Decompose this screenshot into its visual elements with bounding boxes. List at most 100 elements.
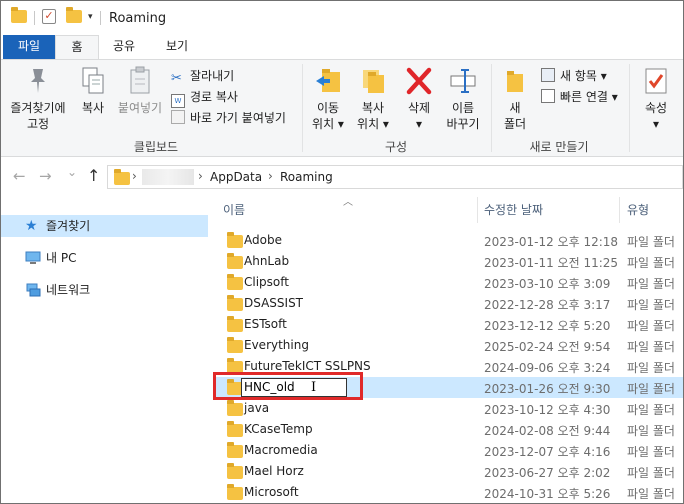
column-divider[interactable] xyxy=(619,197,620,223)
new-group-label: 새로 만들기 xyxy=(529,140,589,154)
explorer-window: ✓ ▾ Roaming 파일 홈 공유 보기 즐겨찾기에 고정 복사 붙여넣기 … xyxy=(0,0,684,504)
tab-view[interactable]: 보기 xyxy=(151,35,203,59)
new-folder-qat-icon[interactable] xyxy=(66,7,82,23)
folder-icon xyxy=(227,400,243,416)
column-header-date[interactable]: 수정한 날짜 xyxy=(484,201,543,218)
file-name: Clipsoft xyxy=(244,275,289,289)
column-header-name[interactable]: 이름 xyxy=(223,201,245,218)
navpane-item-network[interactable]: 네트워크 xyxy=(1,279,208,301)
file-row[interactable]: AhnLab 2023-01-11 오전 11:25 파일 폴더 xyxy=(215,251,683,272)
tab-home[interactable]: 홈 xyxy=(55,35,99,60)
easy-access-icon xyxy=(541,89,555,103)
file-row[interactable]: Adobe 2023-01-12 오후 12:18 파일 폴더 xyxy=(215,230,683,251)
breadcrumb-appdata[interactable]: AppData xyxy=(210,170,262,184)
folder-icon xyxy=(227,232,243,248)
back-arrow-icon[interactable]: ← xyxy=(13,167,26,185)
file-name: Everything xyxy=(244,338,309,352)
paste-shortcut-icon xyxy=(171,110,185,124)
up-arrow-icon[interactable]: ↑ xyxy=(87,166,100,185)
file-name: Mael Horz xyxy=(244,464,304,478)
copy-button[interactable]: 복사 xyxy=(73,66,113,116)
breadcrumb-chevron-icon[interactable]: › xyxy=(132,169,137,183)
breadcrumb-chevron-icon[interactable]: › xyxy=(198,169,203,183)
file-row[interactable]: Macromedia 2023-12-07 오후 4:16 파일 폴더 xyxy=(215,440,683,461)
navigation-pane: ★ 즐겨찾기 내 PC 네트워크 xyxy=(1,193,209,503)
scissors-icon: ✂ xyxy=(171,71,182,86)
tab-share[interactable]: 공유 xyxy=(101,35,147,59)
delete-label: 삭제 ▾ xyxy=(407,101,431,131)
properties-label: 속성 ▾ xyxy=(644,101,668,131)
file-date: 2024-02-08 오전 9:44 xyxy=(484,424,611,438)
properties-icon xyxy=(642,66,670,96)
file-name: Macromedia xyxy=(244,443,318,457)
forward-arrow-icon[interactable]: → xyxy=(39,167,52,185)
group-divider xyxy=(491,64,492,152)
cut-button[interactable]: ✂ 잘라내기 xyxy=(171,66,234,86)
paste-button[interactable]: 붙여넣기 xyxy=(115,66,165,116)
navpane-item-quick-access[interactable]: ★ 즐겨찾기 xyxy=(1,215,208,237)
file-name: Adobe xyxy=(244,233,282,247)
network-icon xyxy=(25,283,41,300)
navpane-label: 네트워크 xyxy=(46,283,91,297)
file-date: 2024-10-31 오후 5:26 xyxy=(484,487,611,501)
breadcrumb-chevron-icon[interactable]: › xyxy=(268,169,273,183)
file-row[interactable]: Clipsoft 2023-03-10 오후 3:09 파일 폴더 xyxy=(215,272,683,293)
move-to-icon xyxy=(314,66,342,96)
easy-access-label: 빠른 연결 ▾ xyxy=(560,90,618,104)
navpane-item-this-pc[interactable]: 내 PC xyxy=(1,247,208,269)
file-row[interactable]: Mael Horz 2023-06-27 오후 2:02 파일 폴더 xyxy=(215,461,683,482)
properties-check-icon[interactable]: ✓ xyxy=(42,9,56,24)
file-row[interactable]: KCaseTemp 2024-02-08 오전 9:44 파일 폴더 xyxy=(215,419,683,440)
file-type: 파일 폴더 xyxy=(627,298,675,312)
file-name: AhnLab xyxy=(244,254,290,268)
file-name: java xyxy=(244,401,270,415)
highlight-annotation xyxy=(213,372,363,400)
folder-icon xyxy=(227,316,243,332)
delete-button[interactable]: 삭제 ▾ xyxy=(399,66,439,132)
sort-ascending-icon: ︿ xyxy=(343,197,353,208)
file-row[interactable]: Everything 2025-02-24 오전 9:54 파일 폴더 xyxy=(215,335,683,356)
copy-to-label: 복사 위치 ▾ xyxy=(357,101,389,131)
file-type: 파일 폴더 xyxy=(627,466,675,480)
file-row[interactable]: java 2023-10-12 오후 4:30 파일 폴더 xyxy=(215,398,683,419)
file-row[interactable]: ESTsoft 2023-12-12 오후 5:20 파일 폴더 xyxy=(215,314,683,335)
file-date: 2024-09-06 오후 3:24 xyxy=(484,361,611,375)
breadcrumb-roaming[interactable]: Roaming xyxy=(280,170,333,184)
clipboard-group-label: 클립보드 xyxy=(133,140,179,154)
rename-button[interactable]: 이름 바꾸기 xyxy=(441,66,485,132)
file-row[interactable]: DSASSIST 2022-12-28 오후 3:17 파일 폴더 xyxy=(215,293,683,314)
navpane-label: 내 PC xyxy=(46,251,77,265)
address-bar[interactable]: › › AppData › Roaming xyxy=(107,165,683,189)
new-folder-button[interactable]: 새 폴더 xyxy=(497,66,533,132)
move-to-button[interactable]: 이동 위치 ▾ xyxy=(307,66,349,132)
folder-icon xyxy=(11,7,27,23)
file-name: FutureTekICT SSLPNS xyxy=(244,359,371,373)
copy-path-button[interactable]: W 경로 복사 xyxy=(171,87,238,108)
easy-access-button[interactable]: 빠른 연결 ▾ xyxy=(541,87,618,107)
properties-button[interactable]: 속성 ▾ xyxy=(637,66,675,132)
column-header-type[interactable]: 유형 xyxy=(627,201,649,218)
pc-icon xyxy=(25,251,41,268)
rename-icon xyxy=(449,66,477,96)
copy-to-button[interactable]: 복사 위치 ▾ xyxy=(351,66,395,132)
folder-icon xyxy=(227,274,243,290)
paste-shortcut-button[interactable]: 바로 가기 붙여넣기 xyxy=(171,108,286,128)
recent-locations-icon[interactable]: ⌄ xyxy=(67,165,77,179)
ribbon-tabs: 파일 홈 공유 보기 xyxy=(1,35,683,60)
file-date: 2023-03-10 오후 3:09 xyxy=(484,277,611,291)
new-folder-icon xyxy=(501,66,529,96)
pin-to-quick-access-button[interactable]: 즐겨찾기에 고정 xyxy=(7,66,69,132)
column-divider[interactable] xyxy=(477,197,478,223)
pin-icon xyxy=(24,66,52,96)
paste-icon xyxy=(126,66,154,96)
file-list: ︿ 이름 수정한 날짜 유형 Adobe 2023-01-12 오후 12:18 파… xyxy=(209,193,683,503)
tab-file[interactable]: 파일 xyxy=(3,35,55,59)
redacted-breadcrumb xyxy=(142,169,194,185)
new-item-button[interactable]: 새 항목 ▾ xyxy=(541,66,607,86)
window-title: Roaming xyxy=(109,11,167,26)
qat-dropdown-icon[interactable]: ▾ xyxy=(88,12,93,22)
folder-icon xyxy=(227,484,243,500)
copy-path-icon: W xyxy=(171,94,185,108)
file-row[interactable]: Microsoft 2024-10-31 오후 5:26 파일 폴더 xyxy=(215,482,683,503)
folder-icon xyxy=(227,442,243,458)
